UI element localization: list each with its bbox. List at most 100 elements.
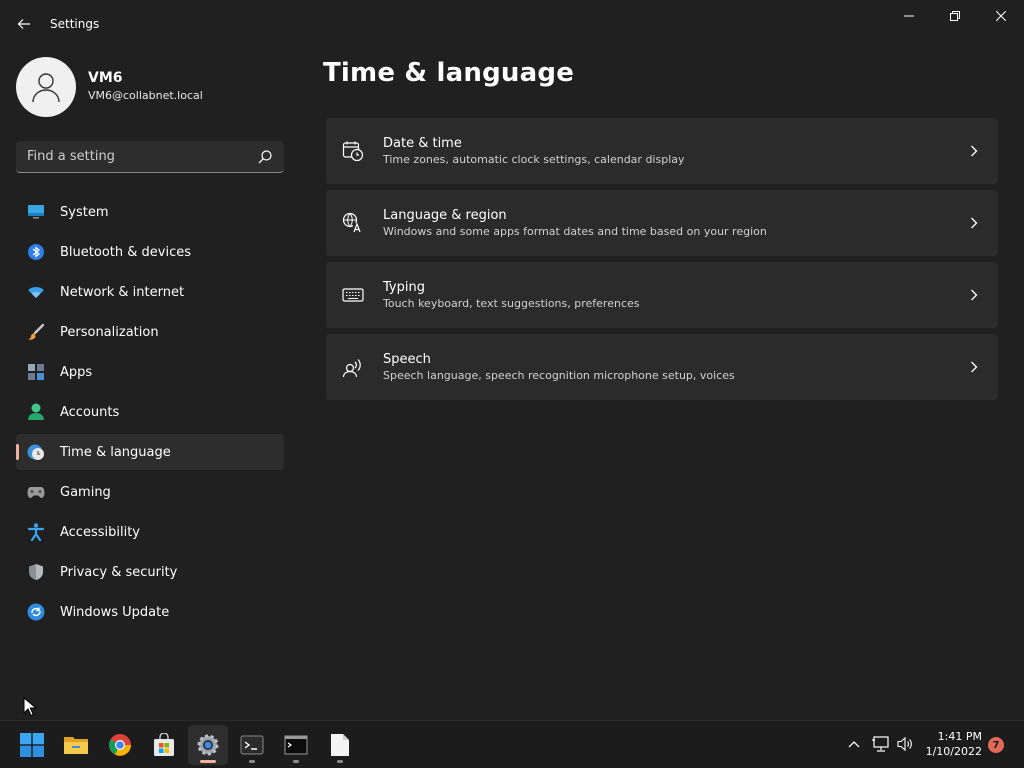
search-icon[interactable] [257, 149, 273, 165]
taskbar-clock[interactable]: 1:41 PM 1/10/2022 [922, 729, 982, 759]
update-icon [26, 602, 46, 622]
search-input[interactable] [27, 149, 247, 164]
windows-start-icon [20, 733, 44, 757]
sidebar-item-accounts[interactable]: Accounts [16, 394, 284, 430]
card-description: Time zones, automatic clock settings, ca… [383, 153, 685, 166]
monitor-icon [26, 202, 46, 222]
search-box[interactable] [16, 141, 284, 173]
card-language-region[interactable]: Language & region Windows and some apps … [326, 190, 998, 256]
sidebar-item-label: Network & internet [60, 284, 185, 300]
minimize-button[interactable] [886, 0, 932, 32]
card-title: Typing [383, 280, 425, 295]
window-controls [886, 0, 1024, 32]
sidebar-item-system[interactable]: System [16, 194, 284, 230]
start-button[interactable] [12, 725, 52, 765]
card-speech[interactable]: Speech Speech language, speech recogniti… [326, 334, 998, 400]
taskbar-terminal[interactable] [232, 725, 272, 765]
close-button[interactable] [978, 0, 1024, 32]
sidebar-nav: System Bluetooth & devices Network & int… [16, 194, 284, 634]
settings-icon [197, 734, 219, 756]
apps-grid-icon [26, 362, 46, 382]
taskbar-settings[interactable] [188, 725, 228, 765]
taskbar-file-explorer[interactable] [56, 725, 96, 765]
sidebar-item-label: Windows Update [60, 604, 170, 620]
back-arrow-icon [17, 19, 30, 29]
network-tray-button[interactable] [872, 735, 890, 753]
globe-clock-icon [26, 442, 46, 462]
profile-name: VM6 [88, 70, 123, 86]
sidebar-item-label: Time & language [60, 444, 171, 460]
running-indicator [249, 760, 255, 763]
bluetooth-icon [26, 242, 46, 262]
sidebar-item-label: Bluetooth & devices [60, 244, 191, 260]
sidebar-item-windows-update[interactable]: Windows Update [16, 594, 284, 630]
network-icon [872, 736, 889, 752]
card-description: Touch keyboard, text suggestions, prefer… [383, 297, 640, 310]
speech-icon [342, 356, 364, 378]
taskbar-command-prompt[interactable] [276, 725, 316, 765]
sidebar-item-network[interactable]: Network & internet [16, 274, 284, 310]
card-title: Language & region [383, 208, 507, 223]
profile-email: VM6@collabnet.local [88, 89, 203, 102]
sidebar-item-label: Accounts [60, 404, 120, 420]
terminal-icon [240, 735, 264, 755]
card-typing[interactable]: Typing Touch keyboard, text suggestions,… [326, 262, 998, 328]
clock-time: 1:41 PM [937, 730, 982, 743]
sidebar-item-label: Gaming [60, 484, 111, 500]
sidebar-item-label: Apps [60, 364, 93, 380]
language-icon [342, 212, 364, 234]
sidebar-item-label: Accessibility [60, 524, 140, 540]
avatar[interactable] [16, 57, 76, 117]
sidebar-item-label: Privacy & security [60, 564, 178, 580]
sidebar-item-apps[interactable]: Apps [16, 354, 284, 390]
mouse-cursor-icon [23, 697, 37, 717]
chevron-right-icon [968, 215, 980, 231]
card-title: Date & time [383, 136, 462, 151]
taskbar-notepad[interactable] [320, 725, 360, 765]
card-description: Windows and some apps format dates and t… [383, 225, 767, 238]
running-indicator [337, 760, 343, 763]
sidebar-item-accessibility[interactable]: Accessibility [16, 514, 284, 550]
keyboard-icon [342, 284, 364, 306]
sidebar-item-gaming[interactable]: Gaming [16, 474, 284, 510]
close-icon [996, 11, 1006, 21]
volume-icon [897, 736, 912, 752]
chevron-right-icon [968, 287, 980, 303]
card-date-time[interactable]: Date & time Time zones, automatic clock … [326, 118, 998, 184]
paintbrush-icon [26, 322, 46, 342]
card-description: Speech language, speech recognition micr… [383, 369, 735, 382]
chrome-icon [109, 734, 131, 756]
store-icon [154, 733, 174, 756]
user-profile[interactable]: VM6 VM6@collabnet.local [16, 57, 203, 117]
taskbar-chrome[interactable] [100, 725, 140, 765]
command-prompt-icon [284, 735, 308, 755]
file-explorer-icon [64, 737, 88, 754]
taskbar-store[interactable] [144, 725, 184, 765]
sidebar-item-label: Personalization [60, 324, 159, 340]
notepad-icon [331, 734, 349, 756]
restore-button[interactable] [932, 0, 978, 32]
running-indicator [293, 760, 299, 763]
card-title: Speech [383, 352, 431, 367]
sidebar-item-bluetooth[interactable]: Bluetooth & devices [16, 234, 284, 270]
chevron-right-icon [968, 359, 980, 375]
page-title: Time & language [323, 58, 575, 88]
app-title: Settings [50, 17, 100, 31]
active-indicator [200, 760, 216, 763]
clock-date: 1/10/2022 [925, 745, 982, 758]
shield-icon [26, 562, 46, 582]
sidebar-item-label: System [60, 204, 109, 220]
sidebar-item-privacy[interactable]: Privacy & security [16, 554, 284, 590]
sidebar-item-personalization[interactable]: Personalization [16, 314, 284, 350]
back-button[interactable] [10, 10, 38, 38]
minimize-icon [904, 15, 914, 17]
notification-badge[interactable]: 7 [988, 737, 1004, 753]
person-icon [32, 73, 60, 103]
show-hidden-icons-button[interactable] [845, 735, 863, 753]
title-bar: Settings [0, 0, 1024, 48]
sidebar-item-time-language[interactable]: Time & language [16, 434, 284, 470]
chevron-up-icon [848, 741, 860, 748]
calendar-clock-icon [342, 140, 364, 162]
volume-tray-button[interactable] [896, 735, 914, 753]
accessibility-icon [26, 522, 46, 542]
